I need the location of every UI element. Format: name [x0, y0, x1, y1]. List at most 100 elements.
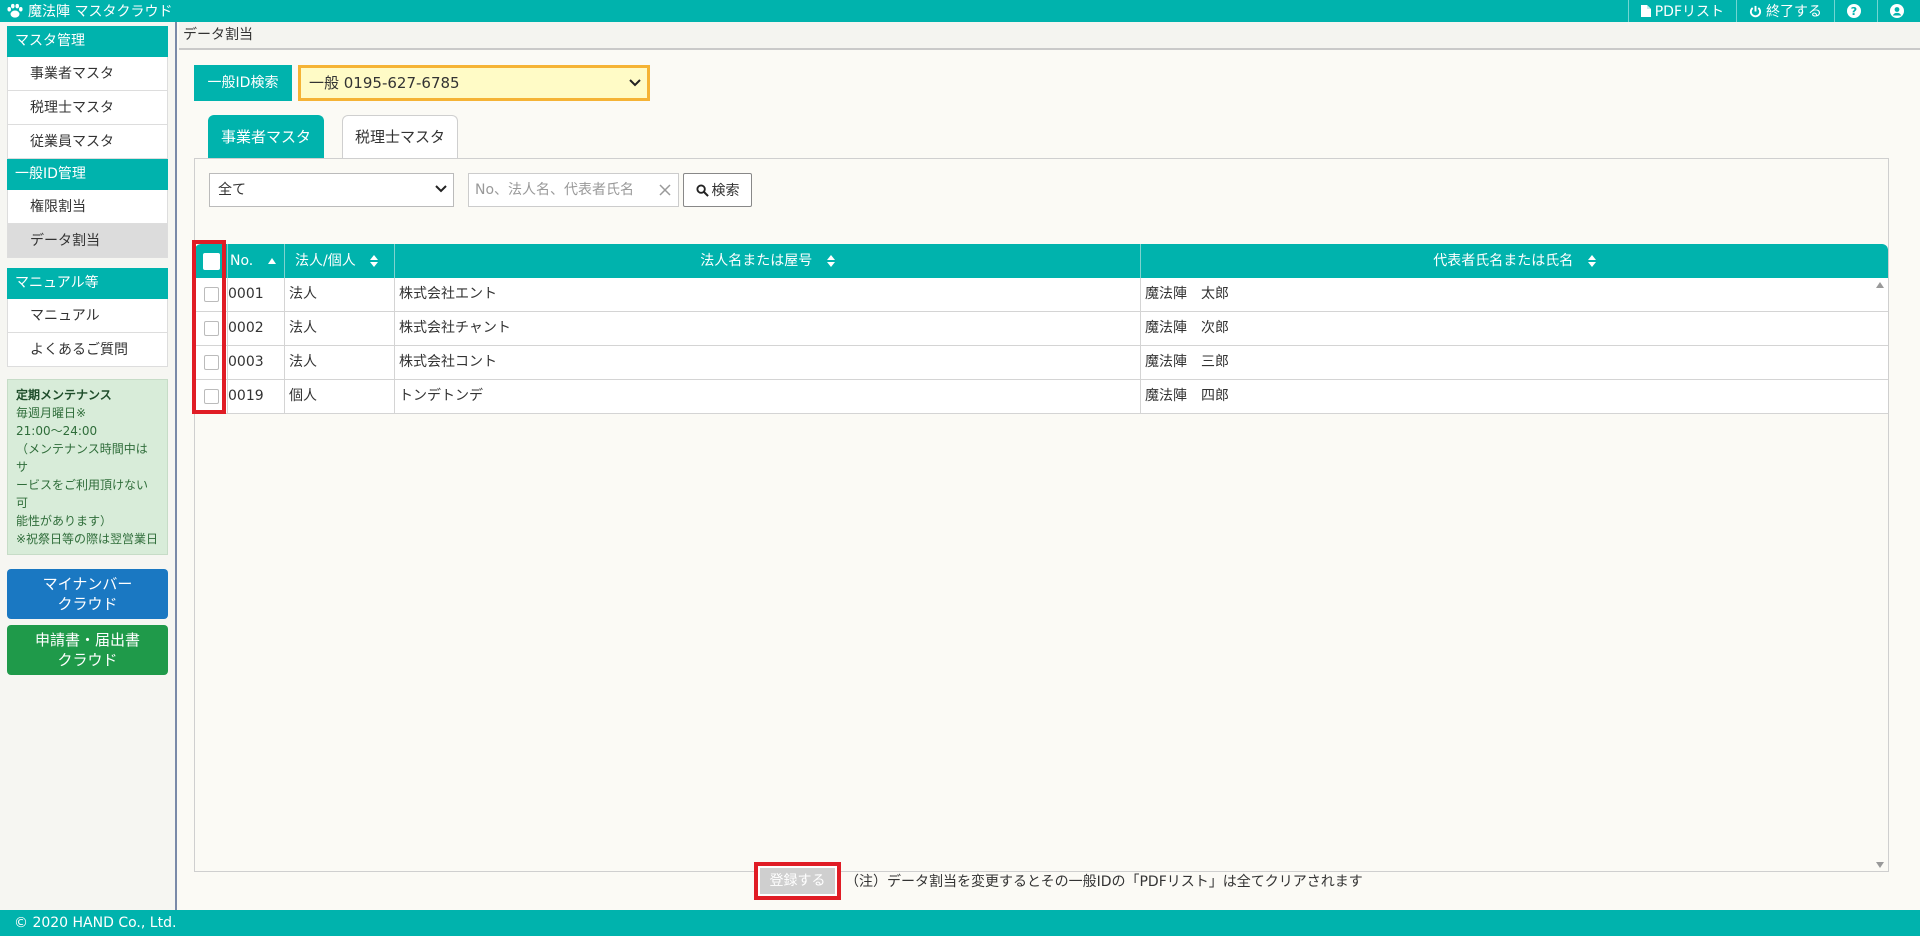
- sidebar-heading-master: マスタ管理: [7, 26, 168, 57]
- mynumber-cloud-button[interactable]: マイナンバー クラウド: [7, 569, 168, 619]
- general-id-select[interactable]: 一般 0195-627-6785: [298, 65, 650, 101]
- register-row: 登録する （注）データ割当を変更するとその一般IDの「PDFリスト」は全てクリア…: [754, 862, 1363, 900]
- search-icon: [695, 183, 709, 197]
- cell-type: 法人: [285, 278, 395, 311]
- scroll-up-icon[interactable]: [1876, 282, 1884, 288]
- user-icon: [1890, 4, 1904, 18]
- chevron-down-icon: [629, 79, 641, 87]
- cell-name: 株式会社エント: [395, 278, 1141, 311]
- register-note: （注）データ割当を変更するとその一般IDの「PDFリスト」は全てクリアされます: [845, 874, 1363, 890]
- cell-name: トンデトンデ: [395, 380, 1141, 413]
- top-bar: 魔法陣 マスタクラウド PDFリスト 終了する ?: [0, 0, 1920, 22]
- logout-label: 終了する: [1766, 4, 1822, 20]
- sort-icon: [826, 255, 835, 267]
- brand: 魔法陣 マスタクラウド: [0, 1, 172, 21]
- cell-representative: 魔法陣 四郎: [1145, 388, 1229, 404]
- column-header-no-label: No.: [230, 253, 254, 269]
- maintenance-title: 定期メンテナンス: [16, 388, 112, 402]
- cell-no: 0003: [228, 346, 285, 379]
- general-id-select-value: 一般 0195-627-6785: [309, 74, 460, 92]
- cell-no: 0001: [228, 278, 285, 311]
- logout-button[interactable]: 終了する: [1736, 0, 1834, 22]
- sidebar-heading-general-id: 一般ID管理: [7, 159, 168, 190]
- cell-name: 株式会社チャント: [395, 312, 1141, 345]
- maintenance-line: 毎週月曜日※: [16, 406, 87, 420]
- checkbox-column-highlight: [192, 240, 226, 414]
- column-header-no[interactable]: No.: [228, 244, 285, 278]
- maintenance-notice: 定期メンテナンス 毎週月曜日※ 21:00～24:00 （メンテナンス時間中はサ…: [7, 379, 168, 555]
- sidebar-item-permission-assign[interactable]: 権限割当: [7, 190, 168, 224]
- mynumber-cloud-label-1: マイナンバー: [42, 575, 133, 593]
- sidebar-item-tax-accountant-master[interactable]: 税理士マスタ: [7, 91, 168, 125]
- column-header-representative[interactable]: 代表者氏名または氏名: [1141, 244, 1888, 278]
- footer: © 2020 HAND Co., Ltd.: [0, 910, 1920, 936]
- tab-tax-accountant-master[interactable]: 税理士マスタ: [342, 115, 459, 158]
- tab-business-master[interactable]: 事業者マスタ: [208, 115, 325, 158]
- cell-name: 株式会社コント: [395, 346, 1141, 379]
- table-scrollbar[interactable]: [1872, 278, 1888, 868]
- pdf-list-label: PDFリスト: [1654, 4, 1724, 20]
- table-header: No. 法人/個人 法人名または屋号 代表者氏名または氏名: [195, 244, 1888, 278]
- column-header-representative-label: 代表者氏名または氏名: [1433, 253, 1574, 269]
- cell-type: 法人: [285, 346, 395, 379]
- user-menu-button[interactable]: [1877, 0, 1920, 22]
- sort-icon: [370, 255, 379, 267]
- pdf-list-button[interactable]: PDFリスト: [1627, 0, 1736, 22]
- cell-type: 個人: [285, 380, 395, 413]
- maintenance-line: ービスをご利用頂けない可: [16, 478, 149, 510]
- paw-logo-icon: [7, 3, 23, 18]
- register-button-label: 登録する: [760, 868, 835, 894]
- cell-representative: 魔法陣 太郎: [1145, 286, 1229, 302]
- column-header-name-label: 法人名または屋号: [700, 253, 813, 269]
- help-icon: ?: [1847, 4, 1861, 18]
- sidebar-item-data-assign[interactable]: データ割当: [7, 224, 168, 258]
- search-input[interactable]: No、法人名、代表者氏名: [468, 173, 679, 207]
- mynumber-cloud-label-2: クラウド: [57, 595, 118, 613]
- table-row: 0003 法人 株式会社コント 魔法陣 三郎: [195, 346, 1888, 380]
- search-placeholder: No、法人名、代表者氏名: [475, 182, 635, 198]
- search-button[interactable]: 検索: [683, 173, 752, 207]
- help-button[interactable]: ?: [1834, 0, 1877, 22]
- table-row: 0019 個人 トンデトンデ 魔法陣 四郎: [195, 380, 1888, 414]
- svg-text:?: ?: [1851, 5, 1857, 18]
- power-icon: [1749, 5, 1762, 17]
- sidebar: マスタ管理 事業者マスタ 税理士マスタ 従業員マスタ 一般ID管理 権限割当 デ…: [0, 22, 177, 910]
- column-header-type-label: 法人/個人: [295, 253, 356, 269]
- register-button[interactable]: 登録する: [754, 862, 841, 900]
- sidebar-item-faq[interactable]: よくあるご質問: [7, 333, 168, 367]
- filter-row: 全て No、法人名、代表者氏名 検索: [209, 173, 752, 207]
- clear-icon[interactable]: [658, 183, 672, 197]
- main-content: データ割当 一般ID検索 一般 0195-627-6785 事業者マスタ 税理士…: [179, 22, 1920, 910]
- sort-asc-icon: [267, 258, 276, 264]
- sort-icon: [1587, 255, 1596, 267]
- breadcrumb: データ割当: [179, 22, 1920, 50]
- type-filter-value: 全て: [218, 182, 246, 198]
- type-filter-select[interactable]: 全て: [209, 173, 454, 207]
- maintenance-line: 能性があります）: [16, 514, 113, 528]
- cell-representative: 魔法陣 次郎: [1145, 320, 1229, 336]
- sidebar-item-business-master[interactable]: 事業者マスタ: [7, 57, 168, 91]
- sidebar-heading-manual: マニュアル等: [7, 268, 168, 299]
- sidebar-item-manual[interactable]: マニュアル: [7, 299, 168, 333]
- cell-representative: 魔法陣 三郎: [1145, 354, 1229, 370]
- general-id-search-label: 一般ID検索: [194, 65, 292, 101]
- cell-no: 0019: [228, 380, 285, 413]
- column-header-type[interactable]: 法人/個人: [285, 244, 395, 278]
- search-button-label: 検索: [711, 183, 740, 199]
- cell-type: 法人: [285, 312, 395, 345]
- table-body: 0001 法人 株式会社エント 魔法陣 太郎 0002 法人 株式会社チャント …: [195, 278, 1888, 414]
- general-id-search-row: 一般ID検索 一般 0195-627-6785: [194, 65, 650, 101]
- application-cloud-label-1: 申請書・届出書: [34, 631, 140, 649]
- app-title: 魔法陣 マスタクラウド: [28, 4, 173, 20]
- scroll-down-icon[interactable]: [1876, 862, 1884, 868]
- data-panel: 全て No、法人名、代表者氏名 検索 No. 法人/個人 法人名または屋号 代表…: [192, 158, 1889, 872]
- pdf-file-icon: [1640, 5, 1651, 17]
- sidebar-item-employee-master[interactable]: 従業員マスタ: [7, 125, 168, 159]
- chevron-down-icon: [435, 185, 447, 193]
- application-cloud-label-2: クラウド: [57, 651, 118, 669]
- table-row: 0001 法人 株式会社エント 魔法陣 太郎: [195, 278, 1888, 312]
- maintenance-line: ※祝祭日等の際は翌営業日: [16, 532, 159, 546]
- master-tabs: 事業者マスタ 税理士マスタ: [208, 115, 476, 158]
- column-header-name[interactable]: 法人名または屋号: [395, 244, 1141, 278]
- application-cloud-button[interactable]: 申請書・届出書 クラウド: [7, 625, 168, 675]
